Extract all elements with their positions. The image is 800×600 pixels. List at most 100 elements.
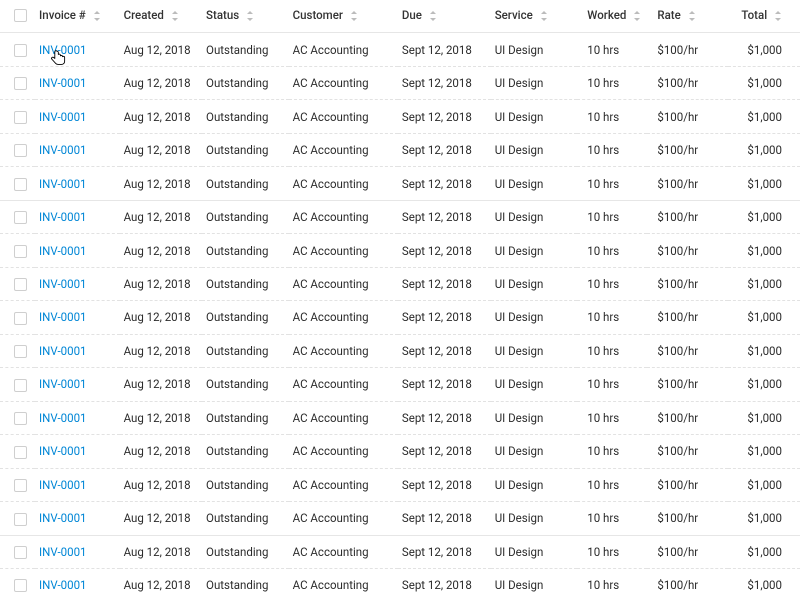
cell-status: Outstanding	[202, 368, 289, 401]
column-header-worked[interactable]: Worked	[577, 0, 647, 33]
cell-customer: AC Accounting	[289, 301, 398, 334]
cell-customer: AC Accounting	[289, 435, 398, 468]
cell-invoice: INV-0001	[35, 200, 120, 233]
row-checkbox[interactable]	[14, 312, 27, 325]
cell-created: Aug 12, 2018	[120, 267, 202, 300]
cell-service: UI Design	[491, 502, 578, 535]
row-select-cell[interactable]	[0, 502, 35, 535]
row-select-cell[interactable]	[0, 133, 35, 166]
cell-due: Sept 12, 2018	[398, 133, 491, 166]
row-checkbox[interactable]	[14, 412, 27, 425]
cell-total: $1,000	[728, 368, 800, 401]
cell-due: Sept 12, 2018	[398, 368, 491, 401]
row-checkbox[interactable]	[14, 546, 27, 559]
row-checkbox[interactable]	[14, 479, 27, 492]
row-select-cell[interactable]	[0, 100, 35, 133]
invoice-link[interactable]: INV-0001	[39, 511, 86, 525]
cell-rate: $100/hr	[647, 100, 727, 133]
row-select-cell[interactable]	[0, 568, 35, 600]
cell-status: Outstanding	[202, 502, 289, 535]
row-select-cell[interactable]	[0, 267, 35, 300]
row-select-cell[interactable]	[0, 401, 35, 434]
row-select-cell[interactable]	[0, 535, 35, 568]
invoice-link[interactable]: INV-0001	[39, 210, 86, 224]
row-checkbox[interactable]	[14, 211, 27, 224]
row-checkbox[interactable]	[14, 245, 27, 258]
row-checkbox[interactable]	[14, 144, 27, 157]
invoice-link[interactable]: INV-0001	[39, 377, 86, 391]
cell-status: Outstanding	[202, 267, 289, 300]
invoice-link[interactable]: INV-0001	[39, 277, 86, 291]
row-select-cell[interactable]	[0, 33, 35, 66]
row-select-cell[interactable]	[0, 234, 35, 267]
row-checkbox[interactable]	[14, 513, 27, 526]
cell-status: Outstanding	[202, 167, 289, 200]
table-row: INV-0001Aug 12, 2018OutstandingAC Accoun…	[0, 133, 800, 166]
invoice-link[interactable]: INV-0001	[39, 244, 86, 258]
cell-due: Sept 12, 2018	[398, 33, 491, 66]
table-row: INV-0001Aug 12, 2018OutstandingAC Accoun…	[0, 368, 800, 401]
invoice-link[interactable]: INV-0001	[39, 344, 86, 358]
cell-rate: $100/hr	[647, 200, 727, 233]
column-header-customer[interactable]: Customer	[289, 0, 398, 33]
invoice-link[interactable]: INV-0001	[39, 578, 86, 592]
column-header-total[interactable]: Total	[728, 0, 800, 33]
cell-service: UI Design	[491, 468, 578, 501]
row-checkbox[interactable]	[14, 579, 27, 592]
invoice-link[interactable]: INV-0001	[39, 411, 86, 425]
row-checkbox[interactable]	[14, 111, 27, 124]
row-select-cell[interactable]	[0, 200, 35, 233]
cell-rate: $100/hr	[647, 167, 727, 200]
cell-invoice: INV-0001	[35, 535, 120, 568]
column-header-status[interactable]: Status	[202, 0, 289, 33]
table-row: INV-0001Aug 12, 2018OutstandingAC Accoun…	[0, 66, 800, 99]
cell-created: Aug 12, 2018	[120, 568, 202, 600]
cell-worked: 10 hrs	[577, 368, 647, 401]
column-header-service[interactable]: Service	[491, 0, 578, 33]
row-checkbox[interactable]	[14, 379, 27, 392]
cell-customer: AC Accounting	[289, 401, 398, 434]
cell-invoice: INV-0001	[35, 167, 120, 200]
row-select-cell[interactable]	[0, 334, 35, 367]
cell-created: Aug 12, 2018	[120, 167, 202, 200]
row-select-cell[interactable]	[0, 301, 35, 334]
row-checkbox[interactable]	[14, 77, 27, 90]
invoice-link[interactable]: INV-0001	[39, 444, 86, 458]
column-header-due[interactable]: Due	[398, 0, 491, 33]
column-header-label: Service	[495, 8, 533, 22]
row-select-cell[interactable]	[0, 167, 35, 200]
cell-created: Aug 12, 2018	[120, 33, 202, 66]
row-checkbox[interactable]	[14, 446, 27, 459]
row-checkbox[interactable]	[14, 278, 27, 291]
row-checkbox[interactable]	[14, 345, 27, 358]
invoice-link[interactable]: INV-0001	[39, 143, 86, 157]
column-header-created[interactable]: Created	[120, 0, 202, 33]
cell-worked: 10 hrs	[577, 133, 647, 166]
invoice-link[interactable]: INV-0001	[39, 478, 86, 492]
row-select-cell[interactable]	[0, 368, 35, 401]
invoice-link[interactable]: INV-0001	[39, 43, 86, 57]
row-checkbox[interactable]	[14, 44, 27, 57]
cell-total: $1,000	[728, 468, 800, 501]
cell-total: $1,000	[728, 568, 800, 600]
column-header-rate[interactable]: Rate	[647, 0, 727, 33]
invoice-link[interactable]: INV-0001	[39, 76, 86, 90]
select-all-checkbox[interactable]	[14, 9, 27, 22]
cell-rate: $100/hr	[647, 66, 727, 99]
row-select-cell[interactable]	[0, 66, 35, 99]
column-header-label: Worked	[587, 8, 626, 22]
invoice-link[interactable]: INV-0001	[39, 110, 86, 124]
row-select-cell[interactable]	[0, 468, 35, 501]
invoice-link[interactable]: INV-0001	[39, 545, 86, 559]
column-header-select-all[interactable]	[0, 0, 35, 33]
row-select-cell[interactable]	[0, 435, 35, 468]
cell-created: Aug 12, 2018	[120, 435, 202, 468]
column-header-invoice[interactable]: Invoice #	[35, 0, 120, 33]
cell-due: Sept 12, 2018	[398, 234, 491, 267]
invoice-link[interactable]: INV-0001	[39, 310, 86, 324]
row-checkbox[interactable]	[14, 178, 27, 191]
cell-customer: AC Accounting	[289, 334, 398, 367]
invoice-link[interactable]: INV-0001	[39, 177, 86, 191]
cell-status: Outstanding	[202, 401, 289, 434]
cell-customer: AC Accounting	[289, 368, 398, 401]
